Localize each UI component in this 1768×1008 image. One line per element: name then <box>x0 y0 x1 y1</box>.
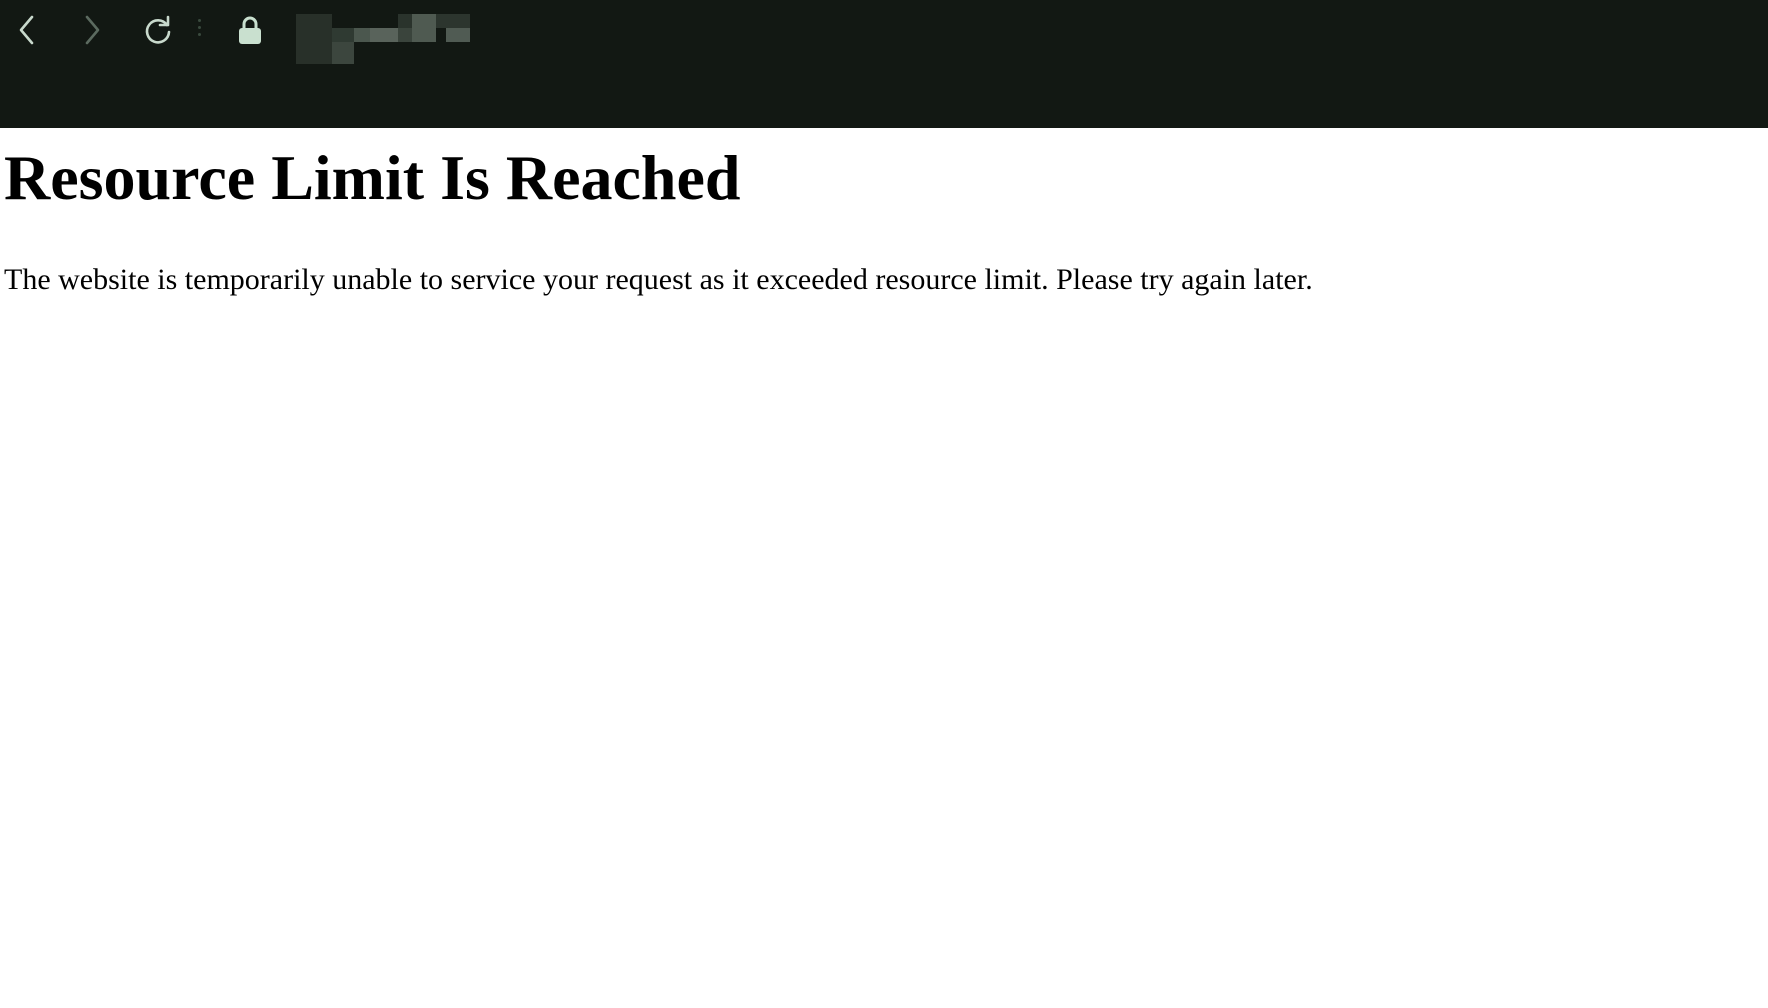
toolbar-separator <box>198 19 201 41</box>
chevron-left-icon <box>19 15 34 45</box>
forward-button[interactable] <box>74 12 110 48</box>
lock-icon[interactable] <box>236 14 264 46</box>
chevron-right-icon <box>85 15 100 45</box>
error-message: The website is temporarily unable to ser… <box>4 263 1313 296</box>
reload-icon <box>145 15 171 44</box>
page-content: Resource Limit Is Reached The website is… <box>0 128 1768 1008</box>
back-button[interactable] <box>9 12 45 48</box>
reload-button[interactable] <box>140 12 176 48</box>
page-heading: Resource Limit Is Reached <box>4 142 741 213</box>
browser-toolbar <box>0 0 1768 128</box>
address-bar[interactable] <box>296 14 470 64</box>
